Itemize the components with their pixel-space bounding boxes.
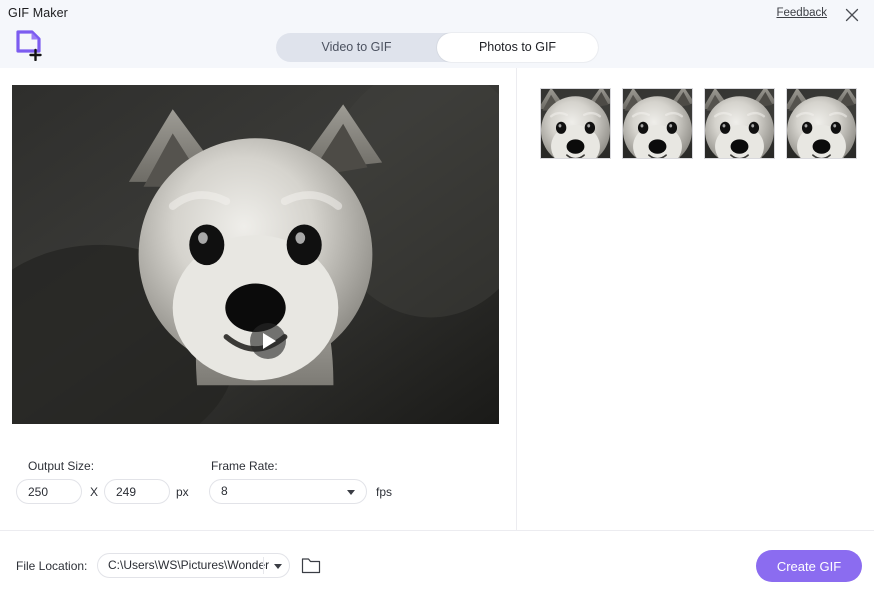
thumbnail-image <box>623 89 692 158</box>
list-item[interactable] <box>704 88 775 159</box>
size-separator-label: X <box>90 485 99 499</box>
thumbnail-image <box>705 89 774 158</box>
create-gif-button[interactable]: Create GIF <box>756 550 862 582</box>
close-icon[interactable] <box>842 5 862 25</box>
file-location-select[interactable]: C:\Users\WS\Pictures\Wonder <box>97 553 290 578</box>
frame-rate-select[interactable]: 8 <box>209 479 367 504</box>
preview-player[interactable] <box>12 85 499 424</box>
frame-rate-value: 8 <box>221 484 228 498</box>
list-item[interactable] <box>540 88 611 159</box>
output-height-input[interactable] <box>104 479 170 504</box>
output-size-label: Output Size: <box>28 459 95 473</box>
thumbnail-image <box>541 89 610 158</box>
output-width-input[interactable] <box>16 479 82 504</box>
size-unit-label: px <box>176 485 189 499</box>
page-title: GIF Maker <box>8 6 68 20</box>
list-item[interactable] <box>622 88 693 159</box>
thumbnail-image <box>787 89 856 158</box>
mode-segmented-control[interactable]: Video to GIF Photos to GIF <box>276 33 598 62</box>
file-location-label: File Location: <box>16 559 88 573</box>
play-triangle <box>263 333 276 349</box>
pane-divider-vertical <box>516 68 517 530</box>
tab-video-to-gif[interactable]: Video to GIF <box>276 33 437 62</box>
frame-rate-label: Frame Rate: <box>211 459 278 473</box>
play-icon[interactable] <box>250 323 286 359</box>
folder-icon[interactable] <box>301 556 321 575</box>
select-separator <box>263 557 264 574</box>
frame-thumbnail-list <box>540 88 857 159</box>
list-item[interactable] <box>786 88 857 159</box>
window-header: GIF Maker Feedback Video to GIF Photos t… <box>0 0 874 68</box>
gif-maker-window: GIF Maker Feedback Video to GIF Photos t… <box>0 0 874 591</box>
frame-rate-unit-label: fps <box>376 485 393 499</box>
file-location-value: C:\Users\WS\Pictures\Wonder <box>108 558 270 572</box>
feedback-link[interactable]: Feedback <box>776 7 827 19</box>
add-file-icon[interactable] <box>14 29 46 61</box>
preview-image <box>12 85 499 424</box>
chevron-down-icon <box>274 564 282 569</box>
tab-photos-to-gif[interactable]: Photos to GIF <box>437 33 598 62</box>
chevron-down-icon <box>347 490 355 495</box>
